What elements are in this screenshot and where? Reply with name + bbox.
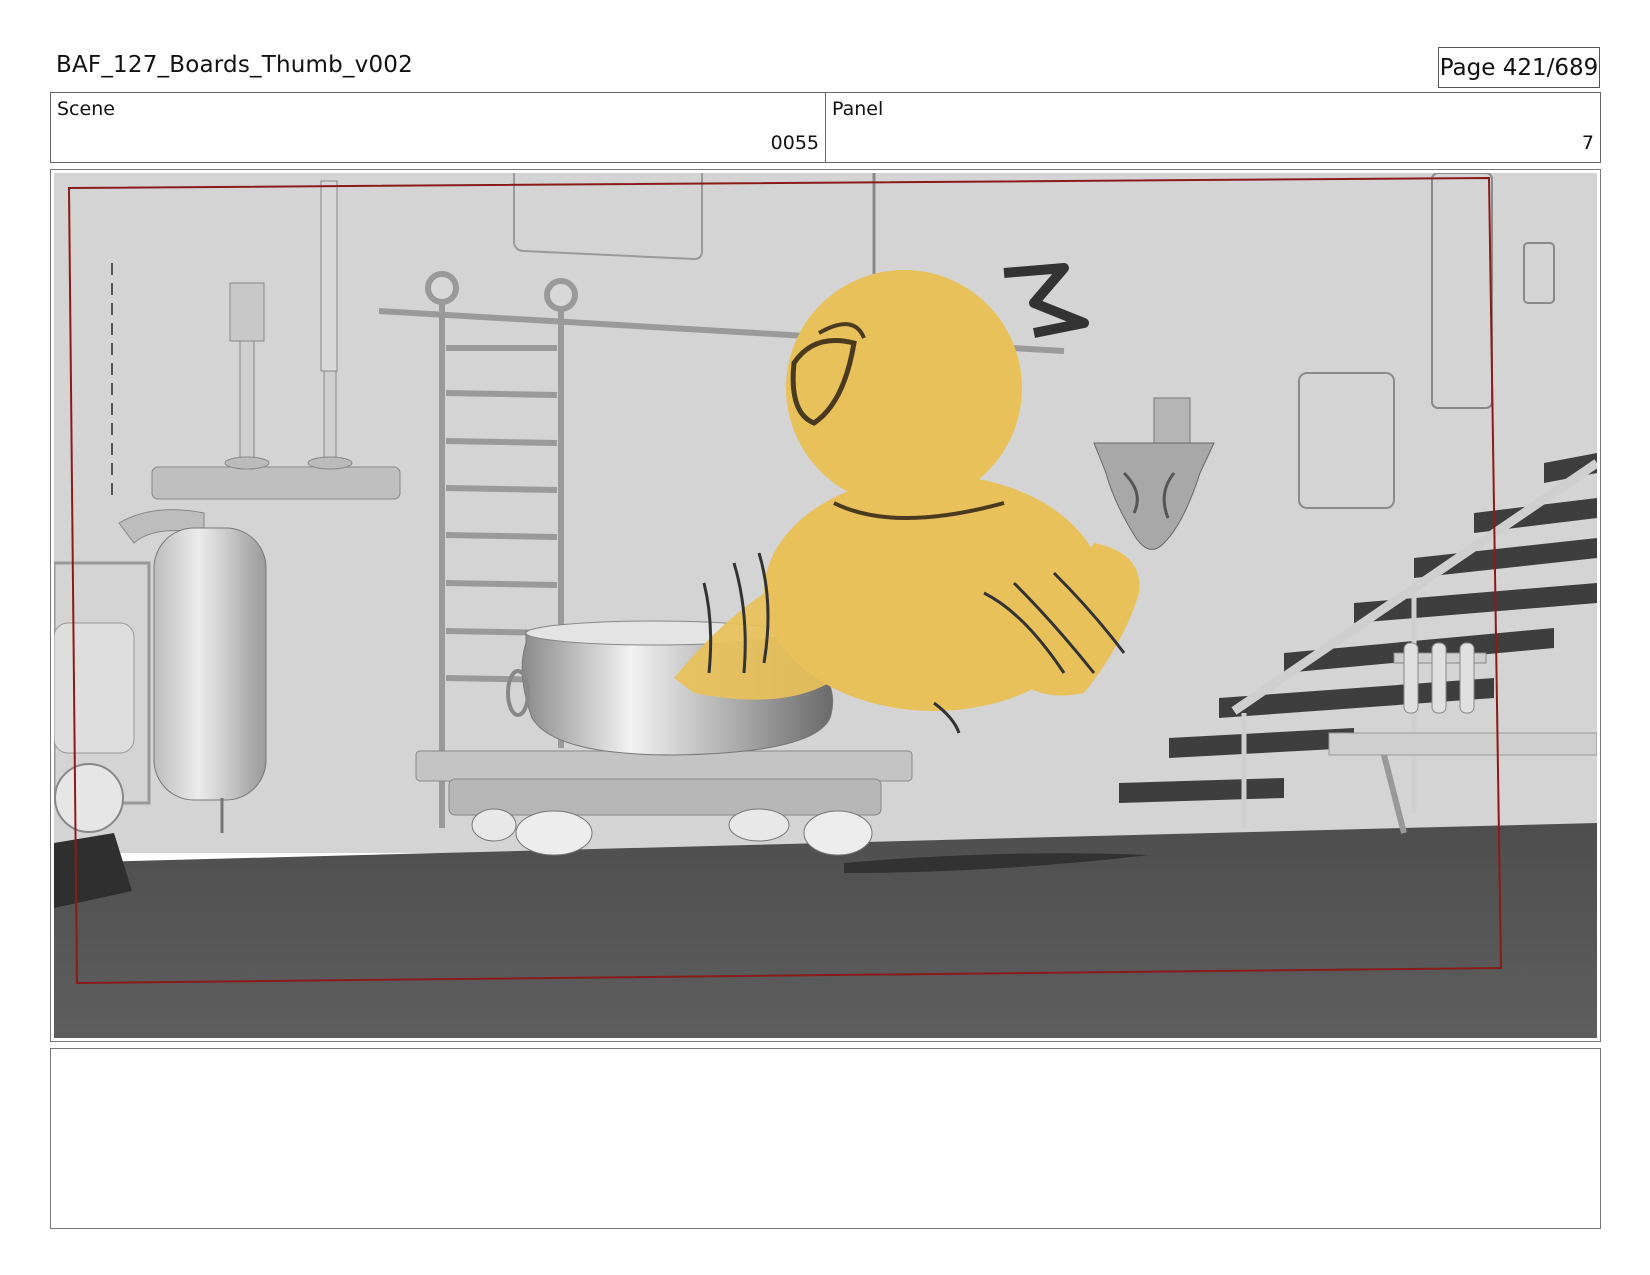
panel-cell: Panel 7 bbox=[825, 93, 1600, 162]
scene-panel-info-row: Scene 0055 Panel 7 bbox=[50, 92, 1601, 163]
panel-value: 7 bbox=[1581, 132, 1594, 154]
panel-label: Panel bbox=[832, 98, 884, 120]
scene-value: 0055 bbox=[770, 132, 819, 154]
scene-cell: Scene 0055 bbox=[51, 93, 825, 162]
storyboard-panel bbox=[50, 169, 1601, 1042]
page-number: Page 421/689 bbox=[1438, 47, 1600, 88]
notes-box bbox=[50, 1048, 1601, 1229]
storyboard-artwork bbox=[54, 173, 1597, 1038]
scene-label: Scene bbox=[57, 98, 115, 120]
floor bbox=[54, 823, 1597, 1038]
document-title: BAF_127_Boards_Thumb_v002 bbox=[56, 52, 413, 78]
